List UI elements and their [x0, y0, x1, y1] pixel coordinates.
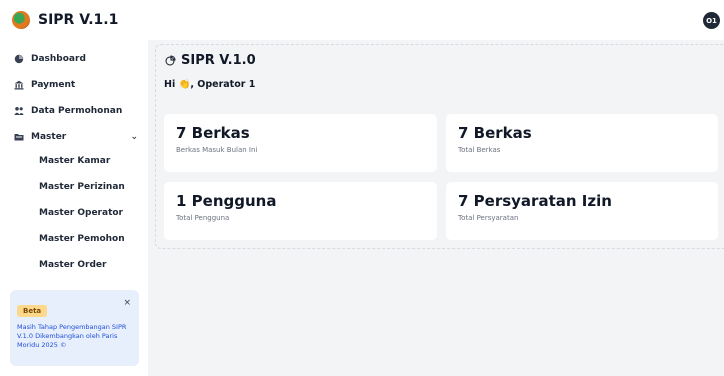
sidebar-subitem-master-perizinan[interactable]: Master Perizinan: [39, 182, 125, 192]
folder-icon: [14, 134, 24, 141]
page-title: SIPR V.1.0: [165, 53, 256, 68]
top-navbar: SIPR V.1.1 O1: [0, 0, 724, 40]
close-icon[interactable]: ×: [123, 298, 131, 308]
chevron-down-icon: ⌄: [130, 132, 138, 142]
sidebar-subitem-master-pemohon[interactable]: Master Pemohon: [39, 234, 125, 244]
stat-label: Berkas Masuk Bulan Ini: [176, 146, 258, 154]
stat-label: Total Persyaratan: [458, 214, 519, 222]
sidebar-subitem-master-order[interactable]: Master Order: [39, 260, 106, 270]
stat-card-total-berkas: 7 Berkas Total Berkas: [446, 114, 718, 172]
sidebar-item-payment[interactable]: Payment: [14, 80, 138, 90]
stat-card-berkas-bulan-ini: 7 Berkas Berkas Masuk Bulan Ini: [164, 114, 437, 172]
greeting-text: Hi 👏, Operator 1: [164, 79, 256, 90]
stat-value: 7 Persyaratan Izin: [458, 192, 612, 210]
sidebar-subitem-master-kamar[interactable]: Master Kamar: [39, 156, 110, 166]
stat-card-total-persyaratan: 7 Persyaratan Izin Total Persyaratan: [446, 182, 718, 240]
stat-value: 7 Berkas: [176, 124, 250, 142]
bank-icon: [14, 80, 24, 90]
app-title: SIPR V.1.1: [38, 12, 119, 28]
stat-card-total-pengguna: 1 Pengguna Total Pengguna: [164, 182, 437, 240]
dashboard-icon: [14, 54, 24, 64]
sidebar-item-dashboard[interactable]: Dashboard: [14, 54, 138, 64]
sidebar-item-label: Payment: [31, 80, 76, 90]
sidebar-subitem-master-operator[interactable]: Master Operator: [39, 208, 123, 218]
beta-notice: Beta × Masih Tahap Pengembangan SIPR V.1…: [10, 290, 139, 366]
stat-label: Total Pengguna: [176, 214, 230, 222]
sidebar-item-data-permohonan[interactable]: Data Permohonan: [14, 106, 138, 116]
sidebar-item-master[interactable]: Master ⌄: [14, 132, 138, 142]
pie-chart-icon: [165, 55, 176, 66]
app-logo-icon: [12, 11, 30, 29]
sidebar-item-label: Data Permohonan: [31, 106, 123, 116]
people-icon: [14, 107, 24, 115]
stat-value: 7 Berkas: [458, 124, 532, 142]
brand[interactable]: SIPR V.1.1: [12, 11, 118, 29]
sidebar: Dashboard Payment Data Permohonan Master…: [0, 40, 148, 376]
beta-notice-text: Masih Tahap Pengembangan SIPR V.1.0 Dike…: [17, 323, 127, 349]
beta-badge: Beta: [17, 305, 48, 317]
sidebar-item-label: Master: [31, 132, 67, 142]
sidebar-item-label: Dashboard: [31, 54, 86, 64]
user-avatar[interactable]: O1: [703, 12, 720, 29]
stat-value: 1 Pengguna: [176, 192, 277, 210]
stat-label: Total Berkas: [458, 146, 501, 154]
page-title-text: SIPR V.1.0: [181, 53, 256, 68]
